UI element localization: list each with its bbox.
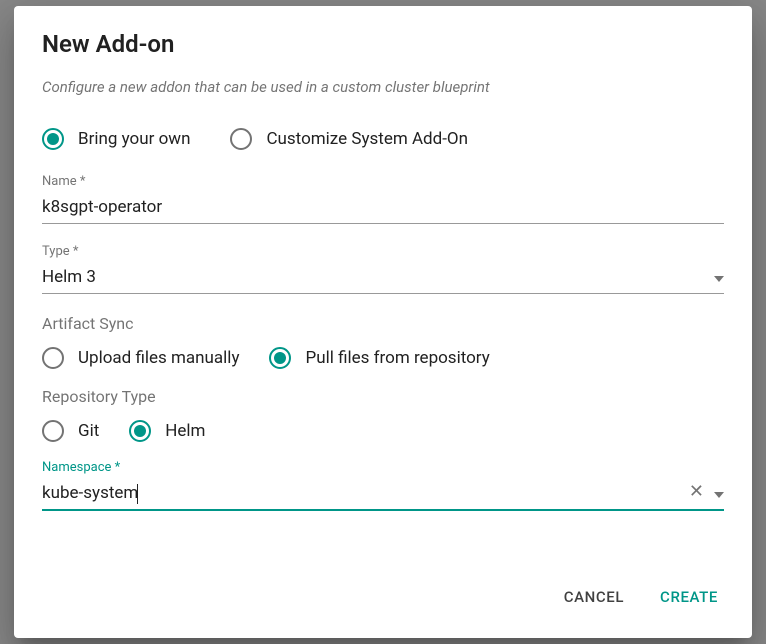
radio-icon: [42, 420, 64, 442]
radio-label: Bring your own: [78, 129, 190, 149]
dialog-actions: CANCEL CREATE: [14, 564, 752, 638]
name-label: Name *: [42, 174, 724, 189]
create-button[interactable]: CREATE: [654, 580, 724, 614]
dialog-title: New Add-on: [42, 30, 724, 58]
radio-upload-manually[interactable]: Upload files manually: [42, 347, 239, 369]
radio-label: Pull files from repository: [305, 348, 489, 368]
name-input[interactable]: [42, 193, 724, 219]
radio-bring-your-own[interactable]: Bring your own: [42, 128, 190, 150]
radio-pull-from-repo[interactable]: Pull files from repository: [269, 347, 489, 369]
radio-icon: [269, 347, 291, 369]
artifact-sync-label: Artifact Sync: [42, 314, 724, 333]
radio-icon: [230, 128, 252, 150]
type-label: Type *: [42, 244, 724, 259]
radio-repo-helm[interactable]: Helm: [129, 420, 205, 442]
new-addon-dialog: New Add-on Configure a new addon that ca…: [14, 6, 752, 638]
namespace-text: kube-system: [42, 483, 138, 503]
type-select-row[interactable]: Helm 3: [42, 263, 724, 294]
repository-type-group: Git Helm: [42, 420, 724, 442]
dialog-content: New Add-on Configure a new addon that ca…: [14, 6, 752, 564]
chevron-down-icon: [714, 267, 724, 286]
radio-label: Git: [78, 421, 99, 441]
namespace-value: kube-system: [42, 479, 689, 506]
radio-icon: [42, 128, 64, 150]
radio-label: Upload files manually: [78, 348, 239, 368]
radio-icon: [129, 420, 151, 442]
artifact-sync-group: Upload files manually Pull files from re…: [42, 347, 724, 369]
radio-customize-system[interactable]: Customize System Add-On: [230, 128, 468, 150]
text-cursor: [137, 484, 138, 504]
cancel-button[interactable]: CANCEL: [558, 580, 630, 614]
repository-type-label: Repository Type: [42, 387, 724, 406]
type-value: Helm 3: [42, 263, 714, 289]
name-field: Name *: [42, 174, 724, 224]
type-field: Type * Helm 3: [42, 244, 724, 294]
name-input-row: [42, 193, 724, 224]
namespace-select-row[interactable]: kube-system ✕: [42, 479, 724, 511]
radio-label: Helm: [165, 421, 205, 441]
dialog-subtitle: Configure a new addon that can be used i…: [42, 78, 724, 96]
radio-icon: [42, 347, 64, 369]
namespace-field: Namespace * kube-system ✕: [42, 460, 724, 511]
chevron-down-icon[interactable]: [714, 483, 724, 502]
clear-icon[interactable]: ✕: [689, 483, 704, 501]
radio-label: Customize System Add-On: [266, 129, 468, 149]
addon-mode-group: Bring your own Customize System Add-On: [42, 128, 724, 150]
radio-repo-git[interactable]: Git: [42, 420, 99, 442]
namespace-label: Namespace *: [42, 460, 724, 475]
